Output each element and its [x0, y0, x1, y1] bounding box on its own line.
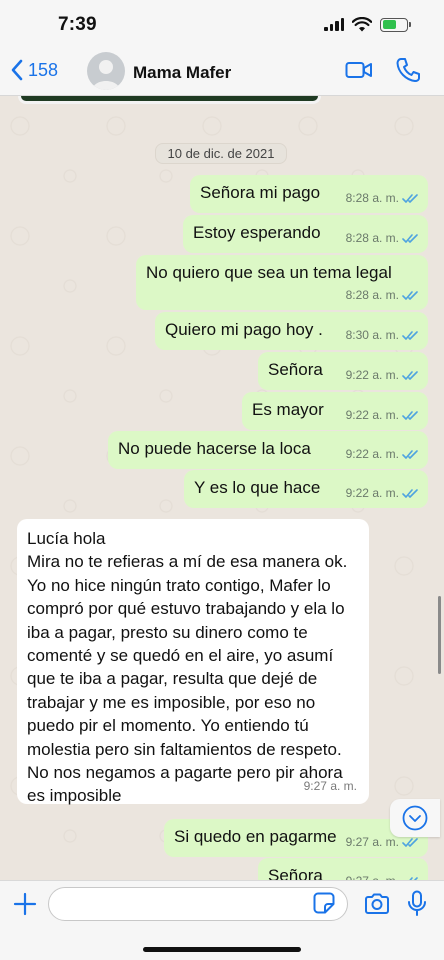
read-ticks-icon — [402, 330, 418, 340]
cellular-signal-icon — [324, 18, 344, 31]
message-meta: 9:27 a. m. — [346, 870, 419, 880]
status-time: 7:39 — [58, 14, 97, 35]
home-indicator[interactable] — [143, 947, 301, 952]
message-line: puedo pir el momento. Yo entiendo tú — [27, 716, 309, 736]
message-line: compró por qué estuvo trabajando y ela l… — [27, 599, 345, 619]
message-text: Señora — [268, 360, 323, 379]
message-line: iba a pagar, presto su dinero como te — [27, 622, 308, 642]
read-ticks-icon — [402, 370, 418, 380]
camera-icon[interactable] — [364, 893, 390, 915]
incoming-message[interactable]: Lucía hola Mira no te refieras a mí de e… — [17, 519, 369, 805]
read-ticks-icon — [402, 488, 418, 498]
message-text: Estoy esperando — [193, 223, 321, 242]
back-unread-count: 158 — [28, 59, 59, 80]
message-line: Yo no hice ningún trato contigo, Mafer l… — [27, 575, 331, 595]
phone-icon[interactable] — [396, 57, 420, 83]
previous-media-message[interactable] — [18, 96, 321, 104]
battery-icon — [380, 17, 411, 32]
read-ticks-icon — [402, 290, 418, 300]
outgoing-message[interactable]: No puede hacerse la loca 9:22 a. m. — [108, 431, 428, 469]
message-input[interactable] — [48, 887, 348, 921]
video-camera-icon[interactable] — [345, 59, 373, 81]
message-line: que te iba a pagar, resulta que dejé de — [27, 669, 318, 689]
message-input-bar — [0, 880, 444, 960]
message-time: 9:22 a. m. — [345, 368, 399, 382]
message-time: 9:27 a. m. — [345, 835, 399, 849]
message-text: Señora — [268, 866, 323, 880]
chevron-down-circle-icon — [402, 805, 428, 831]
message-line: molestia pero sin faltamientos de respet… — [27, 739, 342, 759]
read-ticks-icon — [402, 233, 418, 243]
message-meta: 9:22 a. m. — [346, 404, 419, 426]
outgoing-message[interactable]: Señora mi pago 8:28 a. m. — [190, 175, 428, 213]
message-meta: 8:30 a. m. — [346, 324, 419, 346]
read-ticks-icon — [402, 193, 418, 203]
outgoing-message[interactable]: Es mayor 9:22 a. m. — [242, 392, 428, 430]
message-time: 9:27 a. m. — [346, 870, 399, 880]
message-time: 8:28 a. m. — [345, 288, 399, 302]
message-line: comenté y se quedó en el aire, yo asumí — [27, 646, 334, 666]
microphone-icon[interactable] — [407, 890, 427, 918]
plus-icon[interactable] — [13, 892, 37, 916]
scroll-to-bottom-button[interactable] — [390, 799, 440, 837]
message-meta: 8:28 a. m. — [346, 187, 419, 209]
chat-area[interactable]: 10 de dic. de 2021 Señora mi pago 8:28 a… — [0, 96, 444, 880]
status-bar: 7:39 — [0, 0, 444, 48]
outgoing-message[interactable]: Señora 9:22 a. m. — [258, 352, 428, 390]
outgoing-message[interactable]: Y es lo que hace 9:22 a. m. — [184, 470, 428, 508]
outgoing-message[interactable]: Señora 9:27 a. m. — [258, 858, 428, 880]
message-meta: 9:22 a. m. — [346, 443, 419, 465]
chevron-left-icon — [11, 59, 23, 81]
message-line: Mira no te refieras a mí de esa manera o… — [27, 552, 348, 572]
message-time: 9:22 a. m. — [345, 486, 399, 500]
sticker-icon[interactable] — [313, 892, 335, 914]
wifi-icon — [352, 17, 372, 32]
default-avatar-icon — [92, 60, 120, 90]
message-text: Señora mi pago — [200, 183, 321, 202]
message-time: 9:27 a. m. — [303, 778, 357, 793]
message-meta: 9:22 a. m. — [346, 482, 419, 504]
avatar[interactable] — [87, 52, 125, 90]
message-text: No puede hacerse la loca — [118, 439, 311, 458]
message-meta: 9:22 a. m. — [346, 364, 419, 386]
status-icons — [324, 17, 411, 32]
back-button[interactable]: 158 — [10, 58, 58, 82]
message-text: Si quedo en pagarme — [174, 827, 337, 846]
message-time: 9:22 a. m. — [345, 408, 399, 422]
message-text: Es mayor — [252, 400, 324, 419]
message-time: 8:30 a. m. — [345, 328, 399, 342]
chat-header: 158 Mama Mafer — [0, 48, 444, 96]
message-line: Lucía hola — [27, 529, 106, 548]
outgoing-message[interactable]: Si quedo en pagarme 9:27 a. m. — [164, 819, 428, 857]
message-text: Y es lo que hace — [194, 478, 321, 497]
read-ticks-icon — [402, 837, 418, 847]
outgoing-message[interactable]: Estoy esperando 8:28 a. m. — [183, 215, 428, 253]
read-ticks-icon — [402, 449, 418, 459]
message-text: Quiero mi pago hoy . — [165, 320, 323, 339]
message-meta: 8:28 a. m. — [346, 227, 419, 249]
scrollbar[interactable] — [438, 596, 441, 674]
message-time: 8:28 a. m. — [345, 231, 399, 245]
date-divider: 10 de dic. de 2021 — [155, 143, 287, 164]
outgoing-message[interactable]: Quiero mi pago hoy . 8:30 a. m. — [155, 312, 428, 350]
outgoing-message[interactable]: No quiero que sea un tema legal 8:28 a. … — [136, 255, 428, 310]
message-meta: 8:28 a. m. — [346, 284, 419, 306]
read-ticks-icon — [402, 410, 418, 420]
message-line: trabajar y me es imposible, por eso no — [27, 692, 316, 712]
contact-name[interactable]: Mama Mafer — [133, 63, 231, 83]
message-time: 9:22 a. m. — [345, 447, 399, 461]
message-text: No quiero que sea un tema legal — [146, 263, 392, 282]
message-time: 8:28 a. m. — [345, 191, 399, 205]
